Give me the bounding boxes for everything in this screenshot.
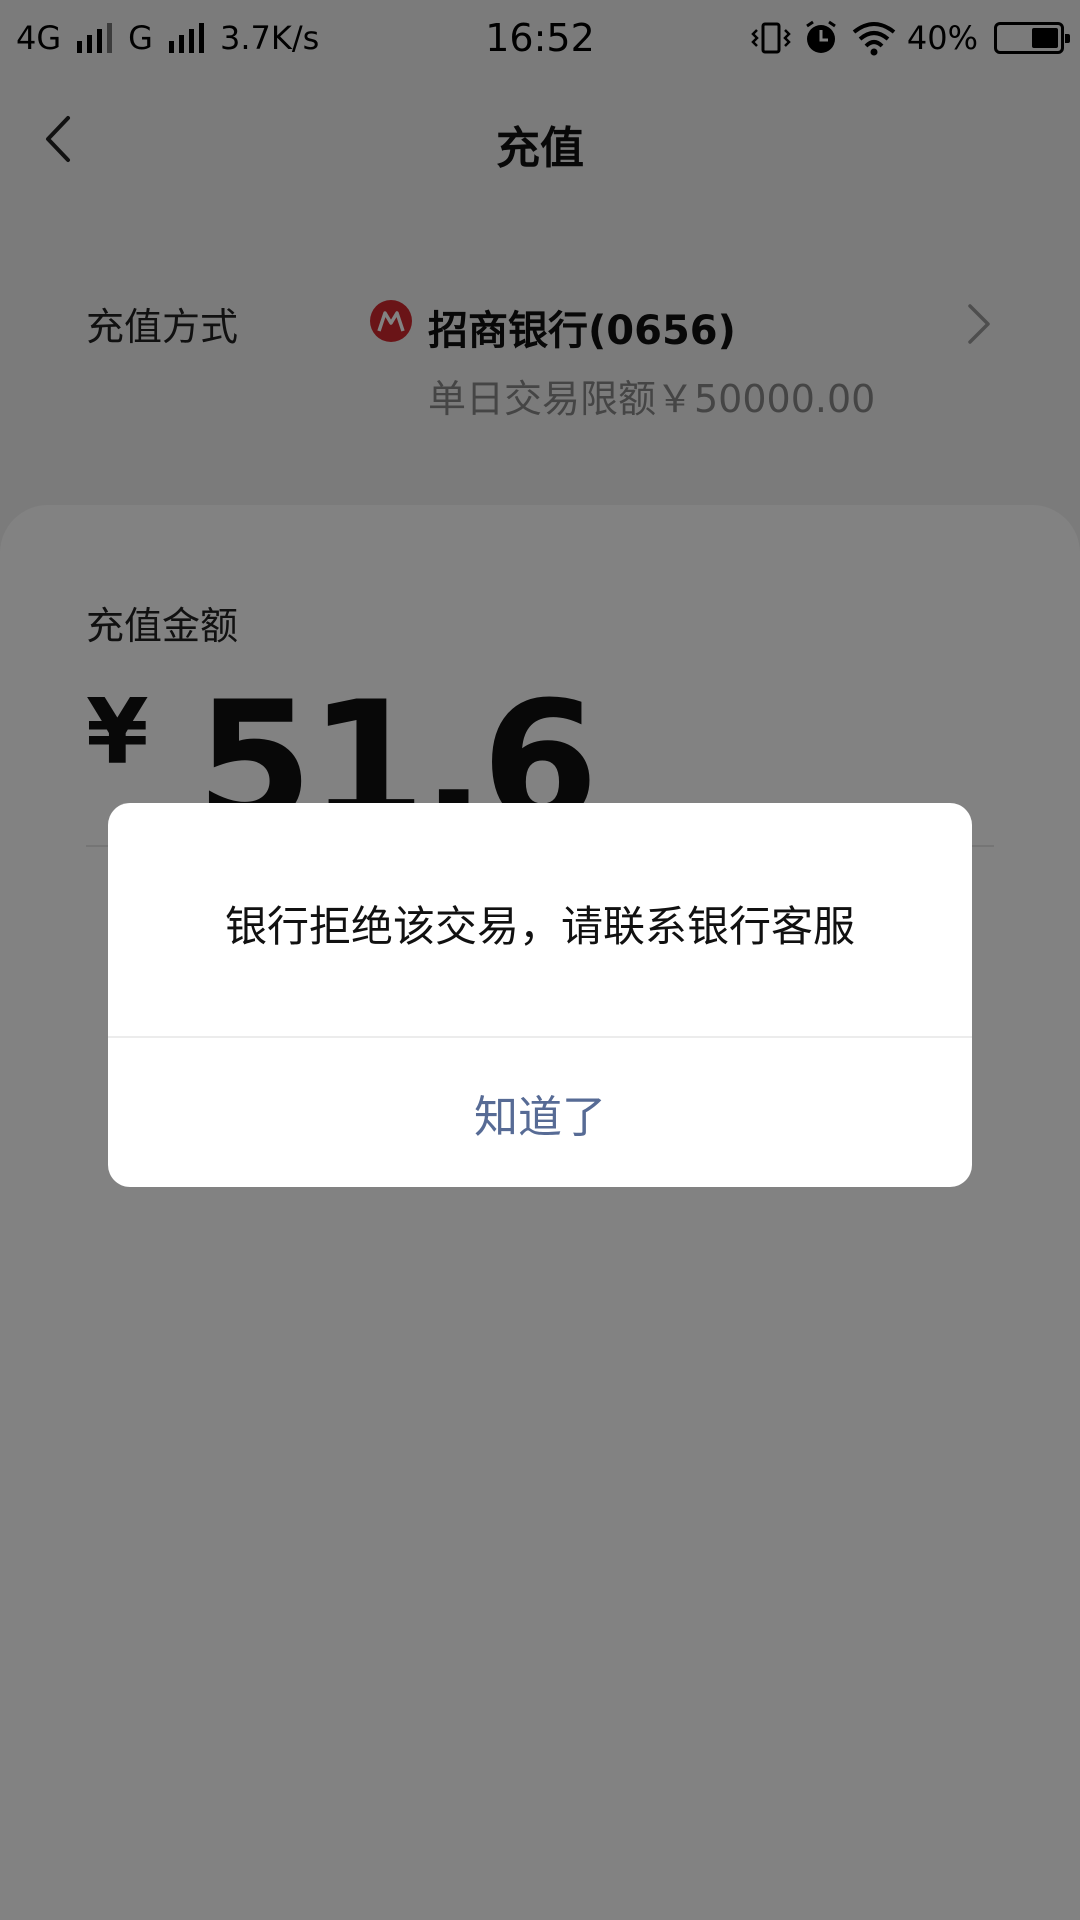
dialog-message: 银行拒绝该交易，请联系银行客服 [224, 902, 855, 951]
confirm-button[interactable]: 知道了 [108, 1038, 972, 1187]
alert-dialog: 银行拒绝该交易，请联系银行客服 知道了 [108, 803, 972, 1187]
